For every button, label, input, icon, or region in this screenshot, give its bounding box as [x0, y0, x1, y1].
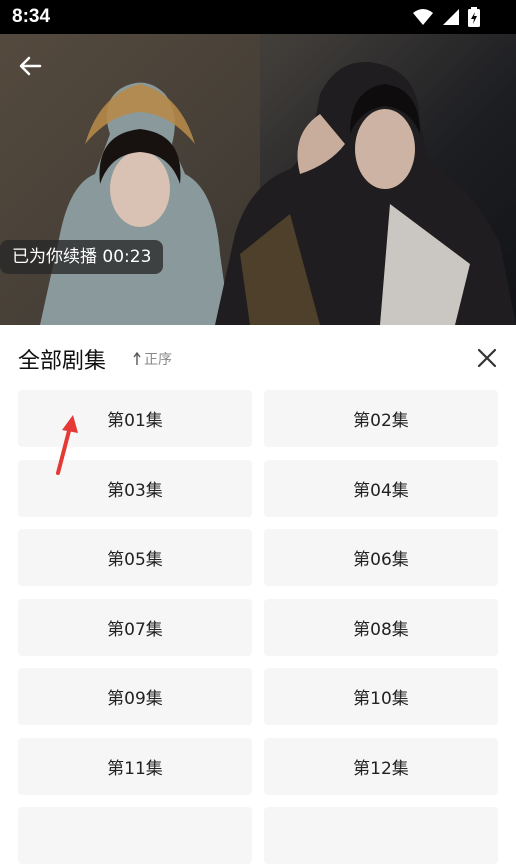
episode-item[interactable]: 第11集 — [18, 738, 252, 795]
back-arrow-icon[interactable] — [14, 50, 46, 82]
sort-arrow-icon — [133, 352, 141, 365]
episode-item[interactable] — [264, 807, 498, 864]
episode-item[interactable]: 第10集 — [264, 668, 498, 725]
video-frame-image — [0, 34, 516, 325]
close-icon[interactable] — [476, 347, 498, 369]
episode-item[interactable]: 第06集 — [264, 529, 498, 586]
video-player[interactable]: 已为你续播 00:23 — [0, 34, 516, 325]
episode-item[interactable]: 第04集 — [264, 460, 498, 517]
resume-toast: 已为你续播 00:23 — [0, 240, 164, 274]
episode-item[interactable]: 第02集 — [264, 390, 498, 447]
signal-icon — [443, 9, 459, 25]
status-bar: 8:34 — [0, 0, 516, 34]
wifi-icon — [413, 9, 433, 25]
status-time: 8:34 — [12, 6, 51, 27]
annotation-arrow-icon — [56, 415, 78, 475]
sort-label: 正序 — [144, 352, 172, 368]
sort-toggle[interactable]: 正序 — [133, 349, 172, 369]
episode-item[interactable]: 第12集 — [264, 738, 498, 795]
episode-item[interactable] — [18, 807, 252, 864]
battery-icon — [468, 7, 480, 27]
episodes-panel: 全部剧集 正序 第01集 第02集 第03集 第04集 第05集 第06集 第0… — [0, 325, 516, 864]
episode-item[interactable]: 第05集 — [18, 529, 252, 586]
panel-title: 全部剧集 — [18, 349, 107, 374]
episode-item[interactable]: 第09集 — [18, 668, 252, 725]
episode-item[interactable]: 第08集 — [264, 599, 498, 656]
status-icons — [412, 7, 480, 27]
episode-item[interactable]: 第07集 — [18, 599, 252, 656]
